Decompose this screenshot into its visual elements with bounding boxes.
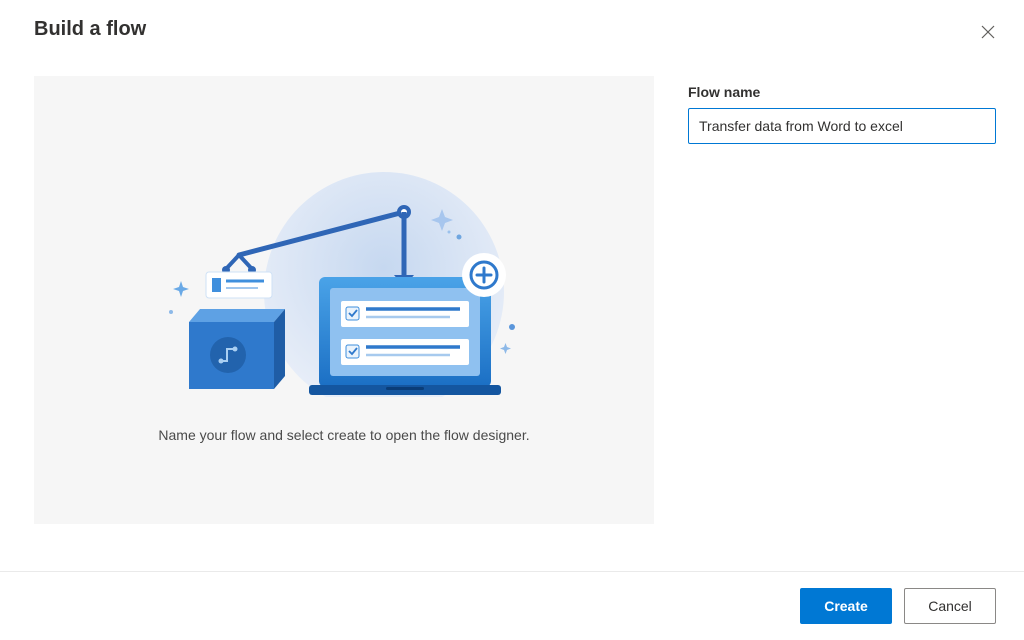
close-button[interactable] xyxy=(974,18,1002,46)
dialog-title: Build a flow xyxy=(34,18,146,41)
close-icon xyxy=(981,25,995,39)
flow-illustration xyxy=(154,157,534,397)
flow-name-input[interactable] xyxy=(688,108,996,144)
dialog-header: Build a flow xyxy=(0,0,1024,46)
cancel-button[interactable]: Cancel xyxy=(904,588,996,624)
illustration-caption: Name your flow and select create to open… xyxy=(158,427,529,443)
form-panel: Flow name xyxy=(688,76,1000,571)
create-button[interactable]: Create xyxy=(800,588,892,624)
dialog-content: Name your flow and select create to open… xyxy=(0,46,1024,571)
build-flow-dialog: Build a flow xyxy=(0,0,1024,640)
illustration-panel: Name your flow and select create to open… xyxy=(34,76,654,524)
flow-name-label: Flow name xyxy=(688,84,1000,100)
dialog-footer: Create Cancel xyxy=(0,571,1024,640)
